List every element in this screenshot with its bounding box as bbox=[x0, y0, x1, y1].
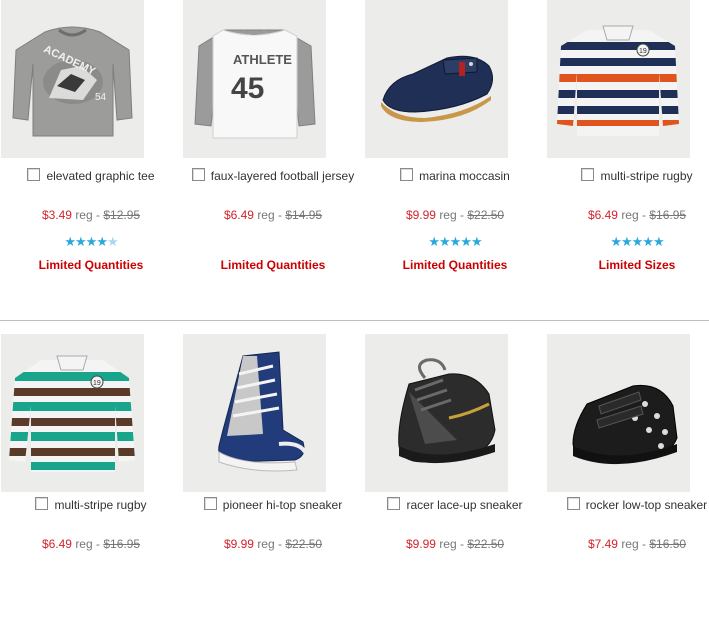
price-line: $9.99 reg - $22.50 bbox=[364, 208, 546, 222]
sale-price: $9.99 bbox=[405, 537, 436, 551]
product-image-football-jersey[interactable]: ATHLETE 45 bbox=[183, 0, 326, 158]
product-image-graphic-tee[interactable]: ACADEMY 54 bbox=[1, 0, 144, 158]
star-rating[interactable]: ★★★★★ bbox=[546, 234, 709, 250]
price-line: $6.49 reg - $14.95 bbox=[182, 208, 364, 222]
product-name-row: racer lace-up sneaker bbox=[364, 496, 546, 514]
original-price: $16.95 bbox=[649, 208, 687, 222]
price-line: $3.49 reg - $12.95 bbox=[0, 208, 182, 222]
product-name[interactable]: faux-layered football jersey bbox=[211, 169, 354, 183]
product-name-row: pioneer hi-top sneaker bbox=[182, 496, 364, 514]
star-icon: ★ bbox=[449, 234, 462, 249]
price-line: $9.99 reg - $22.50 bbox=[364, 537, 546, 551]
original-price: $16.95 bbox=[103, 537, 141, 551]
compare-checkbox[interactable] bbox=[566, 497, 580, 510]
compare-checkbox[interactable] bbox=[581, 168, 595, 181]
product-name-row: multi-stripe rugby bbox=[0, 496, 182, 514]
sale-price: $3.49 bbox=[41, 208, 72, 222]
svg-text:ATHLETE: ATHLETE bbox=[233, 52, 292, 67]
star-icon: ★ bbox=[631, 234, 644, 249]
regular-label: reg - bbox=[75, 537, 100, 551]
star-rating[interactable]: ★★★★★ bbox=[0, 234, 182, 250]
product-name-row: faux-layered football jersey bbox=[182, 167, 364, 185]
product-name[interactable]: racer lace-up sneaker bbox=[406, 498, 522, 512]
price-line: $9.99 reg - $22.50 bbox=[182, 537, 364, 551]
product-image-rugby-navy[interactable]: 19 bbox=[547, 0, 690, 158]
star-icon: ★ bbox=[439, 234, 451, 249]
svg-text:19: 19 bbox=[93, 380, 101, 387]
star-icon: ★ bbox=[652, 234, 665, 249]
sale-price: $7.49 bbox=[587, 537, 618, 551]
sale-price: $6.49 bbox=[41, 537, 72, 551]
star-icon: ★ bbox=[428, 234, 440, 249]
product-image-low-top-sneaker[interactable] bbox=[547, 334, 690, 492]
star-icon: ★ bbox=[470, 234, 483, 249]
half-star-icon: ★ bbox=[106, 234, 119, 249]
product-name[interactable]: pioneer hi-top sneaker bbox=[223, 498, 342, 512]
product-image-moccasin[interactable] bbox=[365, 0, 508, 158]
original-price: $22.50 bbox=[467, 208, 505, 222]
product-name-row: rocker low-top sneaker bbox=[546, 496, 709, 514]
svg-text:19: 19 bbox=[639, 48, 647, 55]
price-line: $7.49 reg - $16.50 bbox=[546, 537, 709, 551]
star-icon: ★ bbox=[85, 234, 98, 249]
regular-label: reg - bbox=[621, 208, 646, 222]
product-name[interactable]: elevated graphic tee bbox=[46, 169, 154, 183]
compare-checkbox[interactable] bbox=[203, 497, 217, 510]
compare-checkbox[interactable] bbox=[35, 497, 49, 510]
availability-status: Limited Quantities bbox=[220, 258, 326, 272]
row-divider bbox=[0, 320, 709, 321]
compare-checkbox[interactable] bbox=[191, 168, 205, 181]
price-line: $6.49 reg - $16.95 bbox=[0, 537, 182, 551]
svg-text:54: 54 bbox=[95, 92, 107, 103]
product-image-lace-up-sneaker[interactable] bbox=[365, 334, 508, 492]
availability-status: Limited Sizes bbox=[598, 258, 676, 272]
availability-status: Limited Quantities bbox=[402, 258, 508, 272]
svg-text:45: 45 bbox=[231, 72, 264, 105]
regular-label: reg - bbox=[257, 537, 282, 551]
price-line: $6.49 reg - $16.95 bbox=[546, 208, 709, 222]
star-icon: ★ bbox=[460, 234, 472, 249]
sale-price: $9.99 bbox=[405, 208, 436, 222]
star-icon: ★ bbox=[75, 234, 87, 249]
regular-label: reg - bbox=[621, 537, 646, 551]
star-icon: ★ bbox=[64, 234, 76, 249]
original-price: $22.50 bbox=[467, 537, 505, 551]
sale-price: $6.49 bbox=[223, 208, 254, 222]
availability-status: Limited Quantities bbox=[38, 258, 144, 272]
sale-price: $9.99 bbox=[223, 537, 254, 551]
original-price: $22.50 bbox=[285, 537, 323, 551]
product-image-rugby-green[interactable]: 19 bbox=[1, 334, 144, 492]
star-icon: ★ bbox=[96, 234, 108, 249]
product-row-2: 19 multi-stripe rugby $6.49 reg - $16.95… bbox=[0, 334, 709, 634]
compare-checkbox[interactable] bbox=[27, 168, 41, 181]
product-name[interactable]: marina moccasin bbox=[419, 169, 510, 183]
compare-checkbox[interactable] bbox=[387, 497, 401, 510]
product-name-row: elevated graphic tee bbox=[0, 167, 182, 185]
regular-label: reg - bbox=[439, 208, 464, 222]
compare-checkbox[interactable] bbox=[400, 168, 414, 181]
original-price: $16.50 bbox=[649, 537, 687, 551]
regular-label: reg - bbox=[257, 208, 282, 222]
product-name[interactable]: multi-stripe rugby bbox=[600, 169, 692, 183]
regular-label: reg - bbox=[75, 208, 100, 222]
product-name-row: marina moccasin bbox=[364, 167, 546, 185]
product-name[interactable]: rocker low-top sneaker bbox=[586, 498, 707, 512]
regular-label: reg - bbox=[439, 537, 464, 551]
star-icon: ★ bbox=[621, 234, 633, 249]
star-icon: ★ bbox=[610, 234, 622, 249]
product-row-1: ACADEMY 54 elevated graphic tee $3.49 re… bbox=[0, 0, 709, 300]
star-rating[interactable]: ★★★★★ bbox=[364, 234, 546, 250]
product-name-row: multi-stripe rugby bbox=[546, 167, 709, 185]
original-price: $12.95 bbox=[103, 208, 141, 222]
star-icon: ★ bbox=[642, 234, 654, 249]
original-price: $14.95 bbox=[285, 208, 323, 222]
sale-price: $6.49 bbox=[587, 208, 618, 222]
product-image-hi-top-sneaker[interactable] bbox=[183, 334, 326, 492]
product-name[interactable]: multi-stripe rugby bbox=[54, 498, 146, 512]
